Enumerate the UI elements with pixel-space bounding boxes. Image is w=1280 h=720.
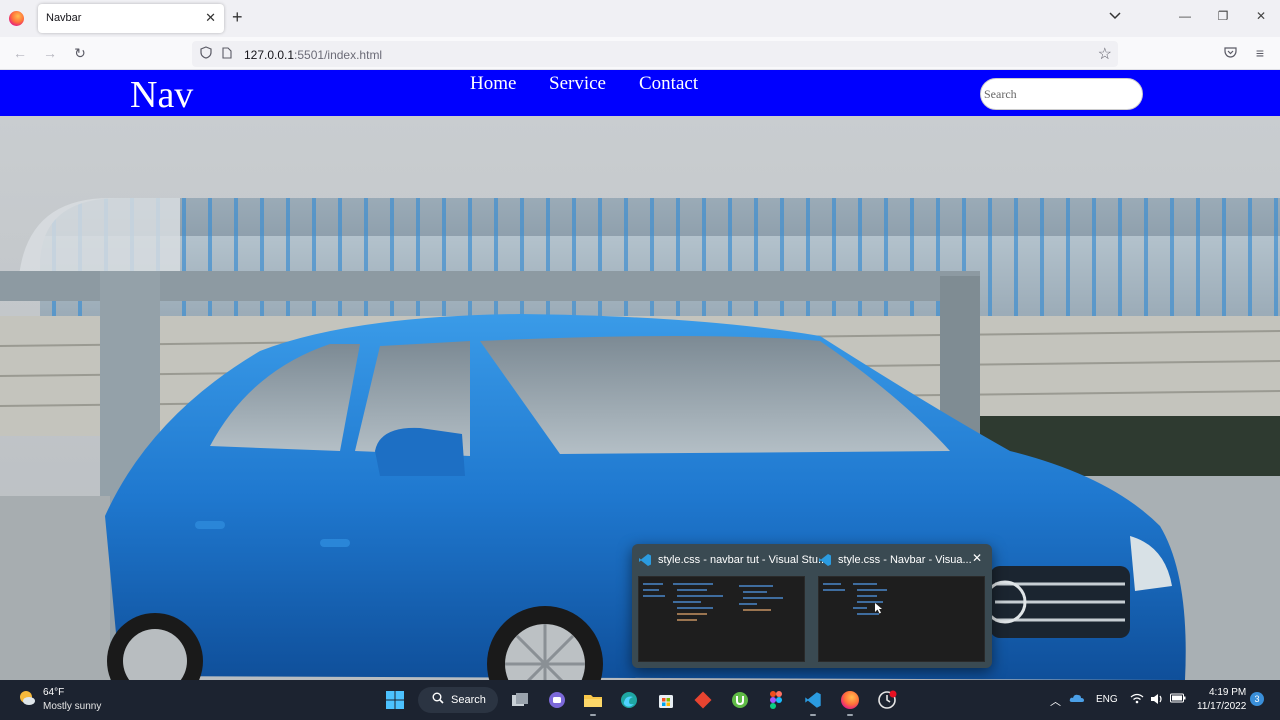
firefox-icon[interactable]	[838, 688, 862, 716]
teams-chat-icon[interactable]	[545, 688, 569, 712]
volume-icon[interactable]	[1150, 693, 1164, 708]
taskbar-search-button[interactable]: Search	[418, 687, 498, 713]
close-preview-icon[interactable]: ✕	[972, 551, 982, 565]
address-bar[interactable]: 127.0.0.1:5501/index.html ☆	[192, 41, 1118, 67]
weather-condition[interactable]: Mostly sunny	[43, 701, 101, 712]
preview-title: style.css - Navbar - Visua...	[838, 554, 972, 566]
site-logo[interactable]: Nav	[130, 73, 193, 117]
url-text[interactable]: 127.0.0.1:5501/index.html	[244, 48, 382, 62]
mouse-cursor	[875, 603, 882, 614]
preview-title: style.css - navbar tut - Visual Stu...	[658, 554, 828, 566]
pocket-icon[interactable]	[1221, 45, 1239, 61]
edge-icon[interactable]	[617, 688, 641, 712]
back-icon[interactable]: ←	[11, 45, 29, 61]
forward-icon[interactable]: →	[41, 45, 59, 61]
shield-icon[interactable]	[200, 46, 212, 62]
browser-tab[interactable]: Navbar ✕	[38, 4, 224, 33]
task-view-icon[interactable]	[508, 688, 532, 712]
figma-icon[interactable]	[764, 688, 788, 712]
clock-time[interactable]: 4:19 PM	[1209, 687, 1246, 698]
site-navbar: Nav Home Service Contact	[0, 70, 1280, 116]
new-tab-icon[interactable]: +	[232, 7, 243, 27]
close-window-icon[interactable]: ✕	[1251, 9, 1271, 23]
language-indicator[interactable]: ENG	[1096, 694, 1118, 705]
page-icon[interactable]	[222, 47, 232, 62]
preview-window-1[interactable]: style.css - navbar tut - Visual Stu...	[632, 544, 827, 668]
menu-icon[interactable]: ≡	[1251, 45, 1269, 61]
menu-link-contact[interactable]: Contact	[639, 73, 698, 95]
vscode-icon	[639, 554, 651, 566]
menu-link-service[interactable]: Service	[549, 73, 606, 95]
onedrive-icon[interactable]	[1069, 693, 1085, 706]
url-path: :5501/index.html	[294, 48, 383, 62]
firefox-icon[interactable]	[9, 11, 24, 26]
git-icon[interactable]	[691, 688, 715, 712]
taskbar-search-label: Search	[451, 694, 486, 706]
preview-thumbnail	[818, 576, 985, 662]
wifi-icon[interactable]	[1130, 693, 1144, 707]
windows-start-icon[interactable]	[383, 688, 407, 712]
vscode-icon	[819, 554, 831, 566]
tab-title: Navbar	[46, 12, 82, 24]
site-search-input[interactable]	[980, 78, 1143, 110]
bookmark-star-icon[interactable]: ☆	[1098, 44, 1112, 64]
chevron-up-icon[interactable]: ︿	[1050, 693, 1061, 709]
file-explorer-icon[interactable]	[581, 688, 605, 716]
reload-icon[interactable]: ↻	[71, 45, 89, 62]
sun-cloud-icon[interactable]	[18, 689, 36, 707]
clock-date[interactable]: 11/17/2022	[1197, 701, 1246, 712]
microsoft-store-icon[interactable]	[654, 688, 678, 712]
windows-taskbar: 64°F Mostly sunny Search ︿ ENG 4:19 PM 1…	[0, 680, 1280, 720]
notification-badge[interactable]: 3	[1250, 692, 1264, 706]
browser-tab-strip: Navbar ✕ + — ❐ ✕	[0, 0, 1280, 37]
vscode-icon[interactable]	[801, 688, 825, 716]
chevron-down-icon[interactable]	[1108, 9, 1122, 24]
restore-icon[interactable]: ❐	[1213, 9, 1233, 23]
close-tab-icon[interactable]: ✕	[205, 10, 216, 26]
preview-thumbnail	[638, 576, 805, 662]
browser-toolbar: ← → ↻ 127.0.0.1:5501/index.html ☆ ≡	[0, 37, 1280, 70]
weather-temperature[interactable]: 64°F	[43, 687, 64, 698]
preview-window-2[interactable]: style.css - Navbar - Visua... ✕	[812, 544, 990, 668]
minimize-icon[interactable]: —	[1175, 9, 1195, 23]
search-icon	[432, 692, 444, 707]
battery-icon[interactable]	[1170, 693, 1186, 706]
screen-recorder-icon[interactable]	[875, 688, 899, 712]
utorrent-icon[interactable]	[728, 688, 752, 712]
url-host: 127.0.0.1	[244, 48, 295, 62]
menu-link-home[interactable]: Home	[470, 73, 516, 95]
taskbar-window-preview: style.css - navbar tut - Visual Stu... s…	[632, 544, 992, 668]
